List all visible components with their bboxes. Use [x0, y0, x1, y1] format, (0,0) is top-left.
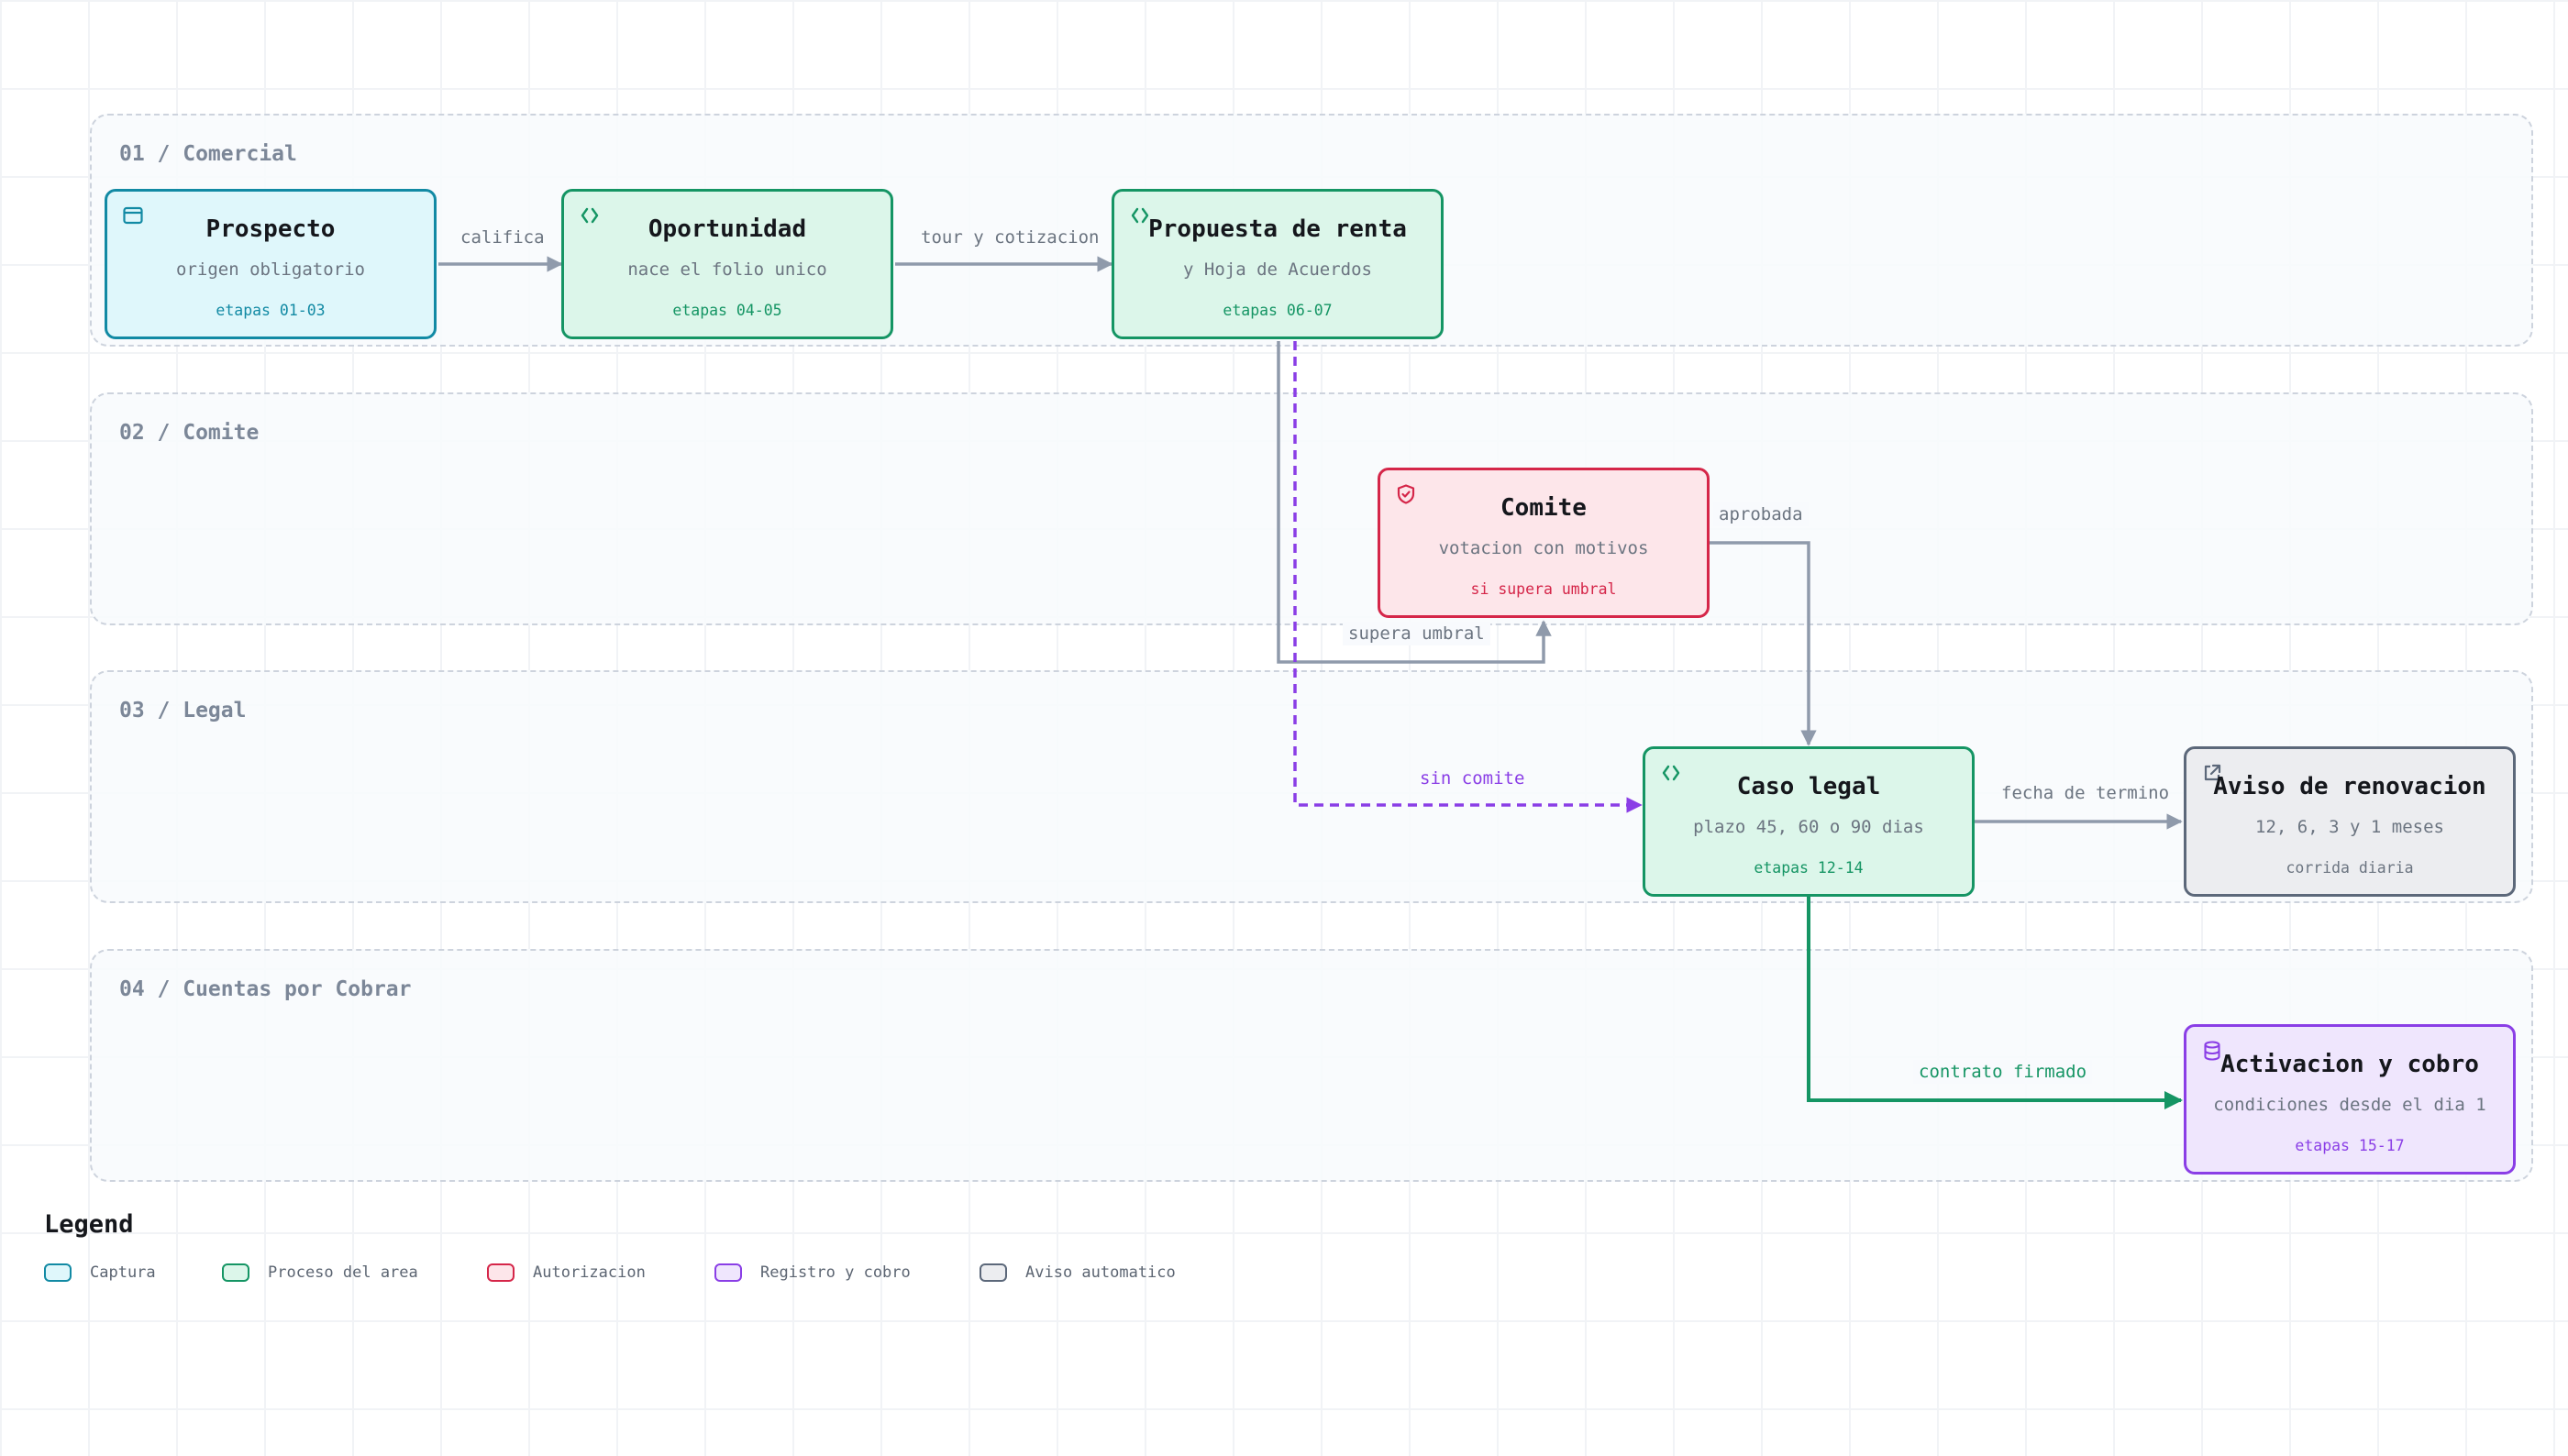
node-subtitle: origen obligatorio — [176, 259, 365, 280]
legend-label: Registro y cobro — [760, 1263, 911, 1282]
legend-swatch — [714, 1263, 742, 1282]
node-title: Aviso de renovacion — [2213, 773, 2486, 800]
node-title: Caso legal — [1736, 773, 1881, 800]
node-activacion-y-cobro[interactable]: Activacion y cobro condiciones desde el … — [2184, 1024, 2516, 1175]
legend-label: Autorizacion — [533, 1263, 646, 1282]
node-title: Activacion y cobro — [2220, 1051, 2479, 1078]
node-subtitle: plazo 45, 60 o 90 dias — [1693, 817, 1924, 837]
node-meta: etapas 01-03 — [216, 302, 326, 319]
node-subtitle: 12, 6, 3 y 1 meses — [2255, 817, 2444, 837]
node-title: Propuesta de renta — [1148, 215, 1407, 243]
edge-label-fecha: fecha de termino — [2001, 783, 2170, 803]
node-comite[interactable]: Comite votacion con motivos si supera um… — [1378, 468, 1710, 618]
legend-item-aviso: Aviso automatico — [980, 1262, 1176, 1284]
legend-item-captura: Captura — [44, 1262, 156, 1284]
edge-label-supera: supera umbral — [1343, 622, 1490, 645]
legend-item-autorizacion: Autorizacion — [487, 1262, 646, 1284]
legend-label: Proceso del area — [268, 1263, 418, 1282]
legend-swatch — [980, 1263, 1007, 1282]
legend-label: Aviso automatico — [1025, 1263, 1176, 1282]
legend-swatch — [44, 1263, 72, 1282]
node-prospecto[interactable]: Prospecto origen obligatorio etapas 01-0… — [105, 189, 437, 339]
node-title: Comite — [1500, 494, 1587, 522]
legend-item-proceso: Proceso del area — [222, 1262, 418, 1284]
edge-label-contrato: contrato firmado — [1913, 1060, 2093, 1084]
node-subtitle: y Hoja de Acuerdos — [1183, 259, 1372, 280]
edge-label-sin-comite: sin comite — [1420, 768, 1525, 789]
node-subtitle: votacion con motivos — [1438, 538, 1649, 558]
node-propuesta-de-renta[interactable]: Propuesta de renta y Hoja de Acuerdos et… — [1112, 189, 1444, 339]
edge-aprobada — [1710, 541, 1817, 746]
node-title: Prospecto — [205, 215, 336, 243]
legend-item-registro: Registro y cobro — [714, 1262, 911, 1284]
node-caso-legal[interactable]: Caso legal plazo 45, 60 o 90 dias etapas… — [1643, 746, 1975, 897]
node-meta: etapas 12-14 — [1754, 859, 1864, 877]
node-subtitle: condiciones desde el dia 1 — [2213, 1095, 2486, 1115]
node-meta: corrida diaria — [2286, 859, 2414, 877]
legend-title: Legend — [44, 1210, 134, 1239]
node-meta: etapas 15-17 — [2295, 1137, 2405, 1154]
node-aviso-de-renovacion[interactable]: Aviso de renovacion 12, 6, 3 y 1 meses c… — [2184, 746, 2516, 897]
node-meta: etapas 04-05 — [672, 302, 782, 319]
edge-label-aprobada: aprobada — [1713, 502, 1809, 526]
node-meta: etapas 06-07 — [1223, 302, 1333, 319]
node-subtitle: nace el folio unico — [627, 259, 827, 280]
legend-swatch — [222, 1263, 249, 1282]
edge-label-tour: tour y cotizacion — [921, 227, 1100, 248]
node-meta: si supera umbral — [1470, 580, 1617, 598]
node-title: Oportunidad — [648, 215, 807, 243]
legend-swatch — [487, 1263, 515, 1282]
edge-label-califica: califica — [460, 227, 545, 248]
node-oportunidad[interactable]: Oportunidad nace el folio unico etapas 0… — [561, 189, 893, 339]
legend-label: Captura — [90, 1263, 156, 1282]
